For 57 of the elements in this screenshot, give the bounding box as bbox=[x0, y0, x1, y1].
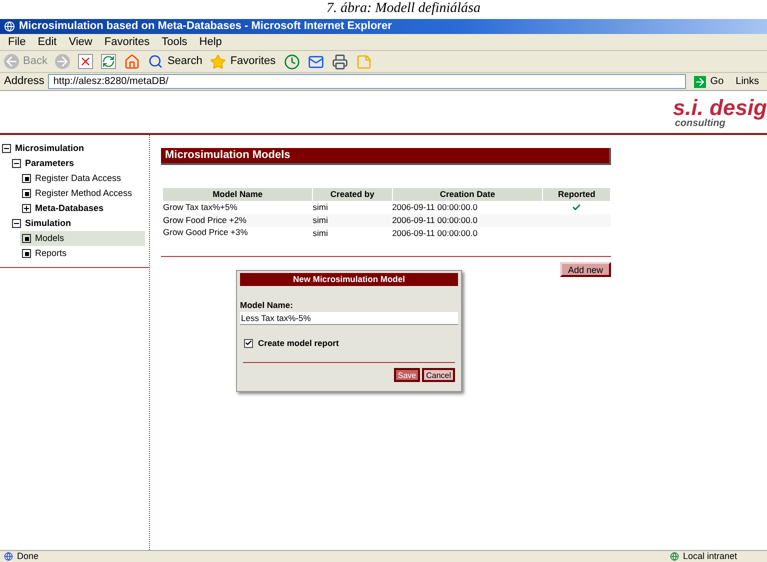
panel-header: Microsimulation Models bbox=[161, 148, 611, 165]
save-button[interactable]: Save bbox=[394, 368, 420, 382]
tree-item[interactable]: Microsimulation bbox=[0, 141, 145, 156]
menu-item[interactable]: View bbox=[68, 34, 92, 50]
menu-item[interactable]: File bbox=[8, 34, 26, 50]
favorites-button[interactable]: Favorites bbox=[210, 53, 276, 70]
collapse-icon[interactable] bbox=[2, 144, 11, 153]
table-cell: simi bbox=[312, 226, 392, 240]
links-label[interactable]: Links bbox=[732, 74, 763, 89]
logo: s.i. desig consulting bbox=[672, 97, 767, 129]
page-icon bbox=[4, 552, 13, 561]
browser-icon bbox=[4, 21, 15, 32]
cancel-button[interactable]: Cancel bbox=[422, 368, 455, 382]
intranet-icon bbox=[670, 552, 679, 561]
menu-item[interactable]: Tools bbox=[162, 34, 188, 50]
tree-item[interactable]: Register Method Access bbox=[20, 186, 145, 201]
table-cell: simi bbox=[312, 201, 392, 214]
tree-item[interactable]: Models bbox=[20, 231, 145, 246]
address-label: Address bbox=[4, 74, 44, 90]
table-cell: simi bbox=[312, 214, 392, 226]
status-text: Done bbox=[17, 550, 40, 562]
collapse-icon[interactable] bbox=[12, 219, 21, 228]
model-name-field[interactable]: Less Tax tax%-5% bbox=[240, 312, 458, 325]
tree-item[interactable]: Meta-Databases bbox=[20, 201, 145, 216]
collapse-icon[interactable] bbox=[12, 159, 21, 168]
table-cell: 2006-09-11 00:00:00.0 bbox=[392, 201, 543, 214]
menu-item[interactable]: Favorites bbox=[104, 34, 150, 50]
figure-caption: 7. ábra: Modell definiálása bbox=[326, 0, 480, 18]
table-cell: 2006-09-11 00:00:00.0 bbox=[392, 226, 543, 240]
table-cell: Grow Good Price +3% bbox=[163, 226, 313, 240]
add-new-button[interactable]: Add new bbox=[560, 262, 611, 278]
print-icon[interactable] bbox=[332, 54, 348, 70]
star-icon bbox=[210, 54, 226, 70]
address-field[interactable]: http://alesz:8280/metaDB/ bbox=[48, 74, 686, 89]
table-cell: 2006-09-11 00:00:00.0 bbox=[392, 214, 543, 226]
table-cell: Grow Tax tax%+5% bbox=[163, 201, 313, 214]
stop-icon[interactable] bbox=[78, 54, 94, 69]
checkbox-label: Create model report bbox=[258, 336, 339, 350]
search-icon bbox=[148, 54, 164, 69]
refresh-icon[interactable] bbox=[101, 54, 116, 69]
tree-item[interactable]: Simulation bbox=[10, 216, 145, 231]
history-icon[interactable] bbox=[284, 54, 300, 70]
dialog-title: New Microsimulation Model bbox=[240, 273, 458, 286]
tree-item[interactable]: Register Data Access bbox=[20, 171, 145, 186]
window-title: Microsimulation based on Meta-Databases - Microsoft Internet Explorer bbox=[19, 19, 392, 34]
menu-item[interactable]: Edit bbox=[38, 34, 57, 50]
search-button[interactable]: Search bbox=[148, 53, 202, 70]
checkbox[interactable] bbox=[244, 338, 253, 348]
table-cell: Grow Food Price +2% bbox=[163, 214, 313, 226]
mail-icon[interactable] bbox=[308, 54, 324, 70]
home-icon[interactable] bbox=[124, 54, 140, 70]
tree-item[interactable]: Reports bbox=[20, 246, 145, 261]
go-button[interactable]: Go bbox=[690, 74, 728, 89]
zone-text: Local intranet bbox=[683, 550, 738, 562]
field-label: Model Name: bbox=[240, 299, 294, 312]
menu-item[interactable]: Help bbox=[199, 34, 222, 50]
tree-item[interactable]: Parameters bbox=[10, 156, 145, 171]
